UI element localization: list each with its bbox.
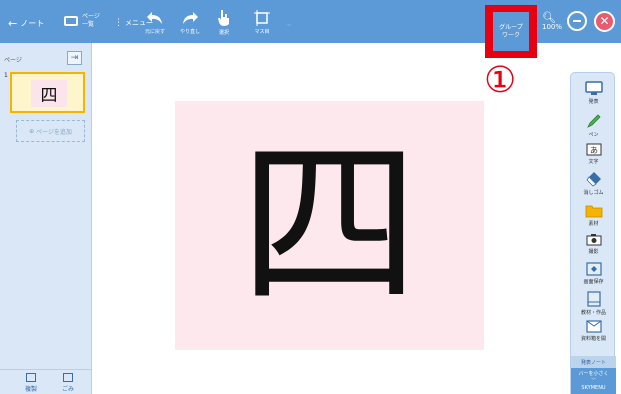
tool-material[interactable]: 素材	[571, 204, 616, 227]
back-arrow-icon: ←	[8, 16, 18, 30]
export-page-button[interactable]: ⇥	[67, 51, 82, 65]
page-list-icon	[64, 16, 78, 26]
tool-present[interactable]: 発表	[571, 81, 616, 105]
undo-button[interactable]: 元に戻す	[145, 10, 165, 35]
tool-label: 画面保存	[583, 279, 604, 285]
app-window: ← ノート ページ 一覧 ⋮ メニュー 元に戻す やり直し 選択 マス目 ⌄ 🔍…	[0, 0, 621, 394]
duplicate-page-button[interactable]: 複製	[25, 373, 37, 393]
add-page-button[interactable]: ⊕ ページを追加	[16, 120, 85, 142]
step-marker: ①	[484, 60, 517, 101]
trash-label: ごみ	[62, 386, 75, 393]
tool-panel: 発表 ペン あ 文字 消しゴム 素材 撮影 画面保存 教材・作品 資料箱を開 発…	[570, 72, 616, 394]
page-panel: ページ ⇥ 1 四 ⊕ ページを追加 複製 ごみ	[0, 43, 92, 394]
presentation-note-button[interactable]: 発表ノート	[571, 356, 616, 368]
collapse-bar-button[interactable]: バーを小さく ﹀ SKYMENU	[571, 368, 616, 394]
duplicate-label: 複製	[25, 386, 38, 393]
redo-button[interactable]: やり直し	[180, 10, 200, 35]
tool-label: 文字	[588, 159, 599, 165]
groupwork-button[interactable]: グループ ワーク	[493, 12, 529, 51]
page-list-label-line1: ページ	[82, 13, 100, 20]
page-thumbnail[interactable]: 1 四	[4, 72, 85, 113]
tool-eraser[interactable]: 消しゴム	[571, 171, 616, 196]
redo-icon	[183, 12, 198, 24]
undo-label: 元に戻す	[145, 29, 166, 35]
camera-icon	[586, 234, 601, 246]
page-number: 1	[4, 72, 8, 79]
tool-label: 資料箱を開	[580, 336, 606, 342]
groupwork-highlight: グループ ワーク	[485, 5, 537, 58]
zoom-value: 100%	[542, 23, 563, 31]
select-button[interactable]: 選択	[217, 9, 231, 36]
add-page-label: ページを追加	[36, 128, 72, 136]
tool-label: 発表	[588, 99, 599, 105]
tool-label: 素材	[588, 221, 599, 227]
canvas-character: 四	[239, 120, 420, 330]
page-panel-divider	[0, 369, 92, 370]
redo-label: やり直し	[180, 29, 201, 35]
tool-save-screen[interactable]: 画面保存	[571, 262, 616, 285]
tool-label: ペン	[588, 132, 599, 138]
page-panel-title: ページ	[4, 57, 22, 64]
minimize-button[interactable]	[567, 11, 587, 31]
svg-text:あ: あ	[590, 146, 598, 155]
save-screen-icon	[585, 262, 602, 276]
eraser-icon	[585, 172, 601, 187]
select-label: 選択	[218, 30, 229, 36]
trash-icon	[63, 373, 73, 382]
tool-label: 消しゴム	[583, 190, 604, 196]
trash-button[interactable]: ごみ	[62, 373, 74, 393]
page-list-button[interactable]: ページ 一覧	[64, 13, 100, 29]
groupwork-label-line1: グループ	[499, 23, 523, 31]
text-icon: あ	[586, 143, 601, 156]
tool-materials-box[interactable]: 資料箱を開	[571, 320, 616, 342]
close-button[interactable]: ✕	[594, 11, 615, 32]
tool-camera[interactable]: 撮影	[571, 233, 616, 255]
grid-label: マス目	[254, 29, 270, 35]
drawing-canvas[interactable]: 四	[175, 101, 484, 350]
groupwork-label-line2: ワーク	[501, 31, 520, 39]
duplicate-icon	[26, 373, 36, 382]
plus-circle-icon: ⊕	[29, 127, 37, 135]
back-label: ノート	[20, 19, 45, 28]
back-to-notes-button[interactable]: ← ノート	[8, 18, 44, 29]
tool-pen[interactable]: ペン	[571, 113, 616, 138]
select-hand-icon	[218, 10, 229, 26]
zoom-control[interactable]: 🔍︎ 100%	[542, 12, 562, 31]
pen-icon	[586, 114, 601, 128]
grid-button[interactable]: マス目	[254, 10, 270, 35]
page-list-label-line2: 一覧	[82, 21, 95, 28]
materials-box-icon	[585, 320, 602, 333]
thumbnail-preview: 四	[31, 80, 67, 107]
works-icon	[586, 291, 601, 307]
grid-icon	[254, 10, 270, 26]
undo-icon	[147, 12, 162, 24]
chevron-down-icon: ﹀	[590, 378, 596, 384]
more-chevron-icon[interactable]: ⌄	[285, 18, 293, 29]
brand-logo: SKYMENU	[581, 385, 606, 391]
tool-works[interactable]: 教材・作品	[571, 291, 616, 316]
tool-label: 教材・作品	[580, 310, 606, 316]
presentation-icon	[584, 81, 603, 95]
tool-text[interactable]: あ 文字	[571, 143, 616, 165]
folder-icon	[585, 205, 602, 218]
menu-dots-icon: ⋮	[114, 18, 123, 28]
tool-label: 撮影	[588, 249, 599, 255]
zoom-search-icon: 🔍︎	[542, 11, 556, 24]
collapse-bar-label: バーを小さく	[578, 371, 609, 377]
